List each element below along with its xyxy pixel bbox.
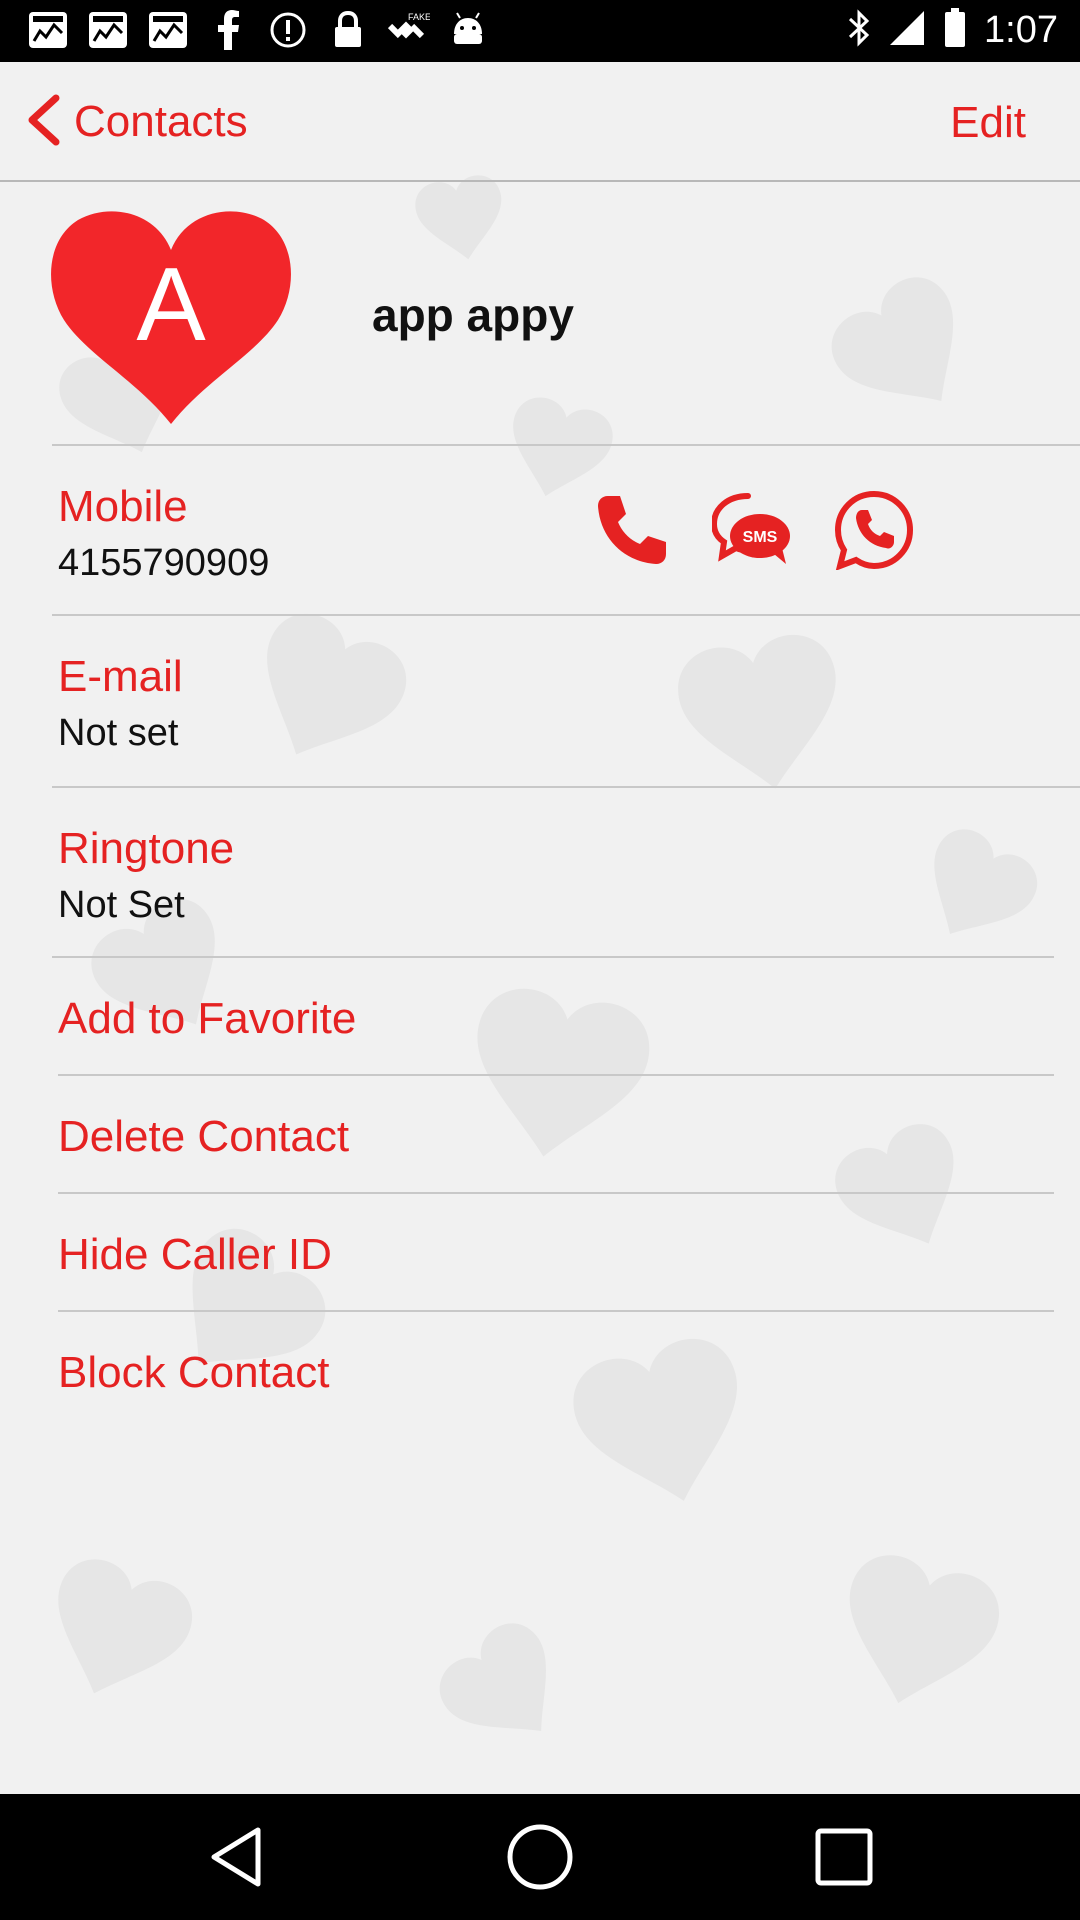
divider [52, 444, 1080, 446]
bluetooth-icon [848, 9, 870, 52]
status-time: 1:07 [984, 9, 1058, 51]
status-bar: FAKE 1:07 [0, 0, 1080, 62]
iifl-markets-icon [26, 10, 70, 50]
recents-square-icon [815, 1828, 873, 1886]
whatsapp-button[interactable] [832, 488, 916, 572]
svg-text:FAKE: FAKE [408, 12, 430, 22]
alert-icon [266, 10, 310, 50]
edit-button[interactable]: Edit [950, 98, 1026, 148]
mobile-label: Mobile [58, 482, 188, 531]
lock-icon [326, 10, 370, 50]
navigation-bar [0, 1794, 1080, 1920]
back-button[interactable]: Contacts [24, 92, 248, 152]
block-contact-button[interactable]: Block Contact [58, 1348, 329, 1398]
delete-contact-button[interactable]: Delete Contact [58, 1112, 349, 1162]
whatsapp-icon [834, 490, 914, 570]
email-label: E-mail [58, 652, 183, 701]
add-to-favorite-button[interactable]: Add to Favorite [58, 994, 356, 1044]
call-button[interactable] [590, 488, 674, 572]
divider [58, 1310, 1054, 1312]
divider [52, 614, 1080, 616]
sms-icon: SMS [712, 493, 790, 564]
battery-icon [944, 8, 966, 53]
divider [58, 1192, 1054, 1194]
android-icon [446, 10, 490, 50]
ringtone-label: Ringtone [58, 824, 235, 873]
svg-text:SMS: SMS [743, 529, 778, 546]
fake-gps-icon: FAKE [386, 10, 430, 50]
back-label: Contacts [74, 97, 248, 146]
contact-detail-screen: Contacts Edit A app appy Mobile 41557909… [0, 62, 1080, 1794]
mobile-number[interactable]: 4155790909 [58, 542, 269, 585]
divider [52, 786, 1080, 788]
home-circle-icon [507, 1824, 573, 1890]
ringtone-value[interactable]: Not Set [58, 884, 185, 927]
avatar: A [48, 204, 294, 428]
iifl-markets-icon [86, 10, 130, 50]
sms-button[interactable]: SMS [710, 488, 794, 572]
phone-icon [598, 496, 666, 564]
recents-nav-button[interactable] [806, 1819, 882, 1895]
chevron-left-icon [24, 94, 62, 151]
facebook-icon [206, 10, 250, 50]
contact-name: app appy [372, 289, 574, 341]
divider [58, 1074, 1054, 1076]
home-nav-button[interactable] [502, 1819, 578, 1895]
signal-icon [888, 9, 926, 52]
avatar-letter: A [136, 247, 206, 363]
divider [52, 956, 1054, 958]
app-bar: Contacts Edit [0, 62, 1080, 182]
notification-icons: FAKE [26, 10, 490, 50]
back-triangle-icon [211, 1827, 261, 1887]
email-value[interactable]: Not set [58, 712, 178, 755]
back-nav-button[interactable] [198, 1819, 274, 1895]
hide-caller-id-button[interactable]: Hide Caller ID [58, 1230, 332, 1280]
iifl-markets-icon [146, 10, 190, 50]
